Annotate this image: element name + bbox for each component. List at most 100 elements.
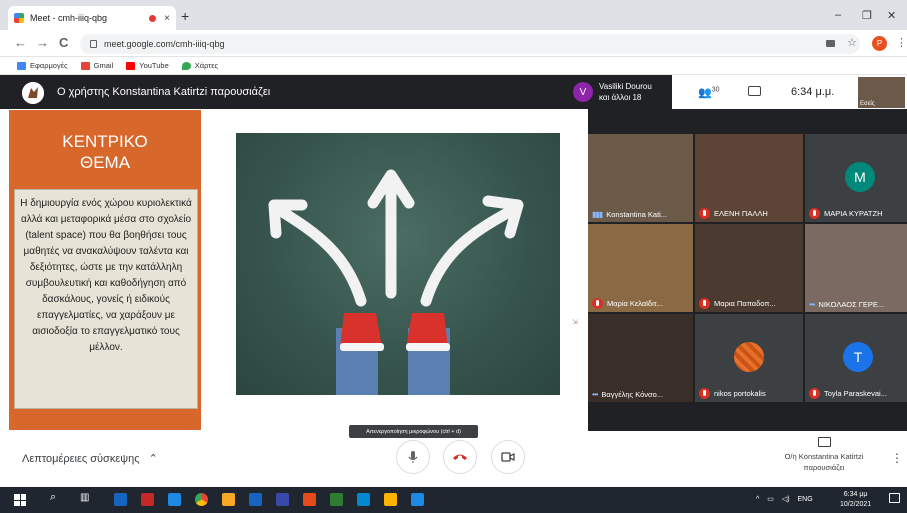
edge-legacy-icon[interactable] <box>168 493 181 506</box>
participant-tile[interactable]: ••• ΝΙΚΟΛΑΟΣ ΓΕΡΕ... <box>805 224 907 312</box>
speaking-icon: ▮▮▮ <box>592 210 603 219</box>
bookmark-apps[interactable]: Εφαρμογές <box>17 61 68 70</box>
participant-tile[interactable]: ΕΛΕΝΗ ΠΑΛΛΗ <box>695 134 803 222</box>
notifications-icon[interactable] <box>889 493 900 503</box>
tab-title: Meet - cmh-iiiq-qbg <box>30 13 108 23</box>
meeting-details-button[interactable]: Λεπτομέρειες σύσκεψης ⌃ <box>22 452 158 465</box>
participant-tile[interactable]: M ΜΑΡΙΑ ΚΥΡΑΤΖΗ <box>805 134 907 222</box>
task-view-icon[interactable]: ▥ <box>80 492 89 503</box>
meet-favicon-icon <box>14 13 24 23</box>
camera-indicator-icon[interactable] <box>826 40 835 47</box>
bookmark-star-icon[interactable]: ☆ <box>847 36 857 49</box>
camera-icon <box>501 452 515 462</box>
topic-line-1: ΚΕΝΤΡΙΚΟ <box>62 132 148 151</box>
presenting-indicator[interactable]: Ο/η Konstantina Katirtzi παρουσιάζει <box>776 437 872 473</box>
excel-icon[interactable] <box>330 493 343 506</box>
powerpoint-icon[interactable] <box>303 493 316 506</box>
people-count: 30 <box>711 86 720 94</box>
bookmark-youtube[interactable]: YouTube <box>126 61 169 70</box>
taskbar-time: 6:34 μμ <box>843 491 868 498</box>
presenting-line-1: Ο/η Konstantina Katirtzi <box>784 452 864 461</box>
more-icon: ••• <box>809 300 815 309</box>
mic-off-icon <box>699 298 710 309</box>
host-others: και άλλοι 18 <box>599 93 642 102</box>
meeting-details-label: Λεπτομέρειες σύσκεψης <box>22 453 140 465</box>
slide-topic: ΚΕΝΤΡΙΚΟ ΘΕΜΑ <box>9 131 201 173</box>
maximize-icon[interactable]: ❐ <box>862 9 872 22</box>
hang-up-icon <box>453 454 467 460</box>
meet-icon[interactable] <box>411 493 424 506</box>
new-tab-button[interactable]: + <box>181 8 189 24</box>
recording-icon <box>149 14 157 22</box>
word-icon[interactable] <box>276 493 289 506</box>
participant-avatar <box>734 342 764 372</box>
participant-tile[interactable]: ••• Βαγγέλης Κόνσο... <box>588 314 693 402</box>
chat-icon[interactable] <box>748 86 761 96</box>
address-text: meet.google.com/cmh-iiiq-qbg <box>104 39 225 49</box>
host-info[interactable]: Vasiliki Dourou και άλλοι 18 <box>599 81 652 103</box>
participant-tile[interactable]: nikos portokalis <box>695 314 803 402</box>
present-screen-icon <box>817 437 831 447</box>
resize-handle-icon[interactable]: ⇲ <box>572 318 578 326</box>
files-icon[interactable] <box>384 493 397 506</box>
people-icon: 👥 <box>698 87 712 99</box>
close-window-icon[interactable]: ✕ <box>887 9 896 22</box>
search-icon[interactable]: ⌕ <box>50 491 56 504</box>
people-button[interactable]: 👥30 <box>698 86 720 99</box>
tab-close-icon[interactable]: × <box>164 13 170 24</box>
taskbar-clock[interactable]: 6:34 μμ 10/2/2021 <box>840 490 871 510</box>
participant-tile[interactable]: Μαρια Παπαδοπ... <box>695 224 803 312</box>
slide-image-arrows <box>236 133 560 395</box>
store-icon[interactable] <box>222 493 235 506</box>
bookmark-gmail[interactable]: Gmail <box>80 61 113 70</box>
reload-icon[interactable]: C <box>59 35 68 50</box>
chrome-icon[interactable] <box>195 493 208 506</box>
mic-off-icon <box>699 208 710 219</box>
windows-start-icon[interactable] <box>14 494 26 506</box>
presenting-line-2: παρουσιάζει <box>803 463 845 472</box>
acrobat-icon[interactable] <box>141 493 154 506</box>
camera-button[interactable] <box>491 440 525 474</box>
microphone-icon <box>408 451 418 463</box>
lock-icon <box>90 40 97 48</box>
edge-icon[interactable] <box>357 493 370 506</box>
tray-chevron-icon[interactable]: ^ <box>756 496 759 503</box>
mic-off-icon <box>809 388 820 399</box>
browser-menu-icon[interactable]: ⋮ <box>896 36 907 49</box>
host-avatar: V <box>573 82 593 102</box>
slide-body-text: Η δημιουργία ενός χώρου κυριολεκτικά αλλ… <box>14 189 198 409</box>
self-view[interactable]: Εσείς <box>858 77 905 108</box>
forward-icon[interactable]: → <box>36 35 49 50</box>
participant-name: Μαρία Κελαϊδιτ... <box>607 299 663 308</box>
more-options-icon[interactable]: ⋮ <box>891 451 903 465</box>
participant-avatar: T <box>843 342 873 372</box>
profile-avatar[interactable]: P <box>872 36 887 51</box>
system-tray: ^ ▭ ◁) ENG <box>756 495 813 503</box>
back-icon[interactable]: ← <box>14 35 27 50</box>
file-explorer-icon[interactable] <box>114 493 127 506</box>
apps-icon <box>17 61 26 70</box>
self-label: Εσείς <box>860 101 875 107</box>
mail-icon[interactable] <box>249 493 262 506</box>
participant-tile[interactable]: T Toyla Paraskevai... <box>805 314 907 402</box>
participant-name: nikos portokalis <box>714 389 766 398</box>
chevron-up-icon: ⌃ <box>148 453 158 465</box>
taskbar-date: 10/2/2021 <box>840 501 872 508</box>
participant-name: Βαγγέλης Κόνσο... <box>601 390 664 399</box>
mic-button[interactable] <box>396 440 430 474</box>
participant-tile[interactable]: ▮▮▮ Konstantina Kati... <box>588 134 693 222</box>
more-icon: ••• <box>592 390 598 399</box>
address-bar[interactable]: meet.google.com/cmh-iiiq-qbg <box>80 34 860 54</box>
participant-name: ΜΑΡΙΑ ΚΥΡΑΤΖΗ <box>824 209 883 218</box>
participant-tile[interactable]: Μαρία Κελαϊδιτ... <box>588 224 693 312</box>
end-call-button[interactable] <box>443 440 477 474</box>
volume-icon[interactable]: ◁) <box>782 496 790 503</box>
browser-tab[interactable]: Meet - cmh-iiiq-qbg × <box>8 6 176 30</box>
topic-line-2: ΘΕΜΑ <box>79 153 131 172</box>
minimize-icon[interactable]: – <box>835 9 841 21</box>
language-indicator[interactable]: ENG <box>798 496 813 503</box>
bookmark-maps[interactable]: Χάρτες <box>181 61 218 70</box>
mic-off-icon <box>592 298 603 309</box>
participant-name: ΕΛΕΝΗ ΠΑΛΛΗ <box>714 209 768 218</box>
network-icon[interactable]: ▭ <box>767 496 774 503</box>
